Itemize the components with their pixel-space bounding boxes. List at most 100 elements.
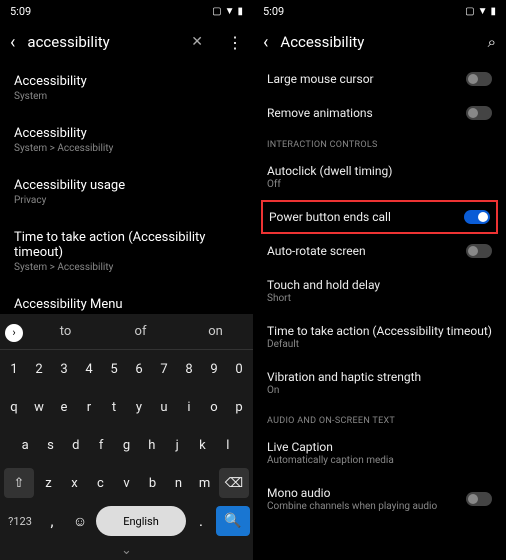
key-5[interactable]: 5 xyxy=(103,354,125,384)
key-d[interactable]: d xyxy=(65,430,87,460)
key-4[interactable]: 4 xyxy=(78,354,100,384)
toggle[interactable] xyxy=(466,244,492,258)
search-input[interactable]: accessibility xyxy=(27,33,179,51)
clock: 5:09 xyxy=(263,5,465,18)
settings-item[interactable]: Time to take action (Accessibility timeo… xyxy=(253,314,506,360)
space-key[interactable]: English xyxy=(96,506,186,536)
section-header: AUDIO AND ON-SCREEN TEXT xyxy=(253,406,506,430)
key-h[interactable]: h xyxy=(141,430,163,460)
key-i[interactable]: i xyxy=(178,392,200,422)
key-7[interactable]: 7 xyxy=(153,354,175,384)
key-p[interactable]: p xyxy=(228,392,250,422)
key-o[interactable]: o xyxy=(203,392,225,422)
result-title: Time to take action (Accessibility timeo… xyxy=(14,230,239,260)
key-w[interactable]: w xyxy=(28,392,50,422)
key-row-2: asdfghjkl xyxy=(0,426,253,464)
clock: 5:09 xyxy=(10,5,212,18)
settings-item[interactable]: Power button ends call xyxy=(269,210,490,224)
result-subtitle: Privacy xyxy=(14,195,239,206)
settings-item[interactable]: Auto-rotate screen xyxy=(253,234,506,268)
item-subtitle: Combine channels when playing audio xyxy=(267,501,466,512)
key-6[interactable]: 6 xyxy=(128,354,150,384)
comma-key[interactable]: , xyxy=(40,506,64,536)
search-result[interactable]: AccessibilitySystem xyxy=(14,62,239,114)
search-key[interactable]: 🔍 xyxy=(216,506,250,536)
item-subtitle: On xyxy=(267,385,492,396)
key-x[interactable]: x xyxy=(63,468,86,498)
status-bar: 5:09 ▢▼▮ xyxy=(253,0,506,22)
settings-item[interactable]: Large mouse cursor xyxy=(253,62,506,96)
key-0[interactable]: 0 xyxy=(228,354,250,384)
settings-header: ‹ Accessibility ⌕ xyxy=(253,22,506,62)
key-s[interactable]: s xyxy=(39,430,61,460)
key-j[interactable]: j xyxy=(166,430,188,460)
item-subtitle: Default xyxy=(267,339,492,350)
settings-item[interactable]: Autoclick (dwell timing)Off xyxy=(253,154,506,200)
toggle[interactable] xyxy=(466,492,492,506)
key-f[interactable]: f xyxy=(90,430,112,460)
status-bar: 5:09 ▢▼▮ xyxy=(0,0,253,22)
key-1[interactable]: 1 xyxy=(3,354,25,384)
clear-icon[interactable]: ✕ xyxy=(191,34,203,50)
result-subtitle: System > Accessibility xyxy=(14,143,239,154)
search-icon[interactable]: ⌕ xyxy=(488,33,496,51)
suggestion[interactable]: of xyxy=(103,324,178,339)
key-q[interactable]: q xyxy=(3,392,25,422)
keyboard: › to of on 1234567890 qwertyuiop asdfghj… xyxy=(0,314,253,560)
settings-item[interactable]: Vibration and haptic strengthOn xyxy=(253,360,506,406)
item-title: Mono audio xyxy=(267,486,466,500)
key-3[interactable]: 3 xyxy=(53,354,75,384)
period-key[interactable]: . xyxy=(189,506,213,536)
key-r[interactable]: r xyxy=(78,392,100,422)
emoji-key[interactable]: ☺ xyxy=(67,506,93,536)
back-icon[interactable]: ‹ xyxy=(10,32,15,53)
toggle[interactable] xyxy=(466,106,492,120)
nav-handle-icon[interactable]: ⌄ xyxy=(121,543,132,558)
key-u[interactable]: u xyxy=(153,392,175,422)
key-2[interactable]: 2 xyxy=(28,354,50,384)
suggestion[interactable]: to xyxy=(28,324,103,339)
key-m[interactable]: m xyxy=(193,468,216,498)
key-g[interactable]: g xyxy=(115,430,137,460)
page-title: Accessibility xyxy=(280,33,475,51)
item-title: Large mouse cursor xyxy=(267,72,466,86)
settings-item[interactable]: Touch and hold delayShort xyxy=(253,268,506,314)
key-9[interactable]: 9 xyxy=(203,354,225,384)
left-pane: 5:09 ▢▼▮ ‹ accessibility ✕ ⋮ Accessibili… xyxy=(0,0,253,560)
settings-item[interactable]: Live CaptionAutomatically caption media xyxy=(253,430,506,476)
section-header: INTERACTION CONTROLS xyxy=(253,130,506,154)
toggle[interactable] xyxy=(464,210,490,224)
item-title: Remove animations xyxy=(267,106,466,120)
key-l[interactable]: l xyxy=(217,430,239,460)
key-b[interactable]: b xyxy=(141,468,164,498)
result-title: Accessibility xyxy=(14,74,239,89)
key-v[interactable]: v xyxy=(115,468,138,498)
key-y[interactable]: y xyxy=(128,392,150,422)
settings-item[interactable]: Remove animations xyxy=(253,96,506,130)
key-e[interactable]: e xyxy=(53,392,75,422)
suggestion[interactable]: on xyxy=(178,324,253,339)
back-icon[interactable]: ‹ xyxy=(263,32,268,53)
key-8[interactable]: 8 xyxy=(178,354,200,384)
result-title: Accessibility usage xyxy=(14,178,239,193)
settings-item[interactable]: Mono audioCombine channels when playing … xyxy=(253,476,506,522)
search-result[interactable]: AccessibilitySystem > Accessibility xyxy=(14,114,239,166)
suggestion-bar: › to of on xyxy=(0,314,253,350)
backspace-key[interactable]: ⌫ xyxy=(219,468,249,498)
search-result[interactable]: Time to take action (Accessibility timeo… xyxy=(14,218,239,285)
symbols-key[interactable]: ?123 xyxy=(3,506,37,536)
key-t[interactable]: t xyxy=(103,392,125,422)
search-result[interactable]: Accessibility usage Privacy xyxy=(14,166,239,218)
key-z[interactable]: z xyxy=(37,468,60,498)
key-k[interactable]: k xyxy=(191,430,213,460)
overflow-icon[interactable]: ⋮ xyxy=(227,33,243,52)
key-a[interactable]: a xyxy=(14,430,36,460)
shift-key[interactable]: ⇧ xyxy=(4,468,34,498)
toggle[interactable] xyxy=(466,72,492,86)
chevron-icon[interactable]: › xyxy=(0,321,28,342)
item-title: Time to take action (Accessibility timeo… xyxy=(267,324,492,338)
item-subtitle: Short xyxy=(267,293,492,304)
key-n[interactable]: n xyxy=(167,468,190,498)
key-c[interactable]: c xyxy=(89,468,112,498)
nav-bar: ⌄ xyxy=(0,540,253,560)
